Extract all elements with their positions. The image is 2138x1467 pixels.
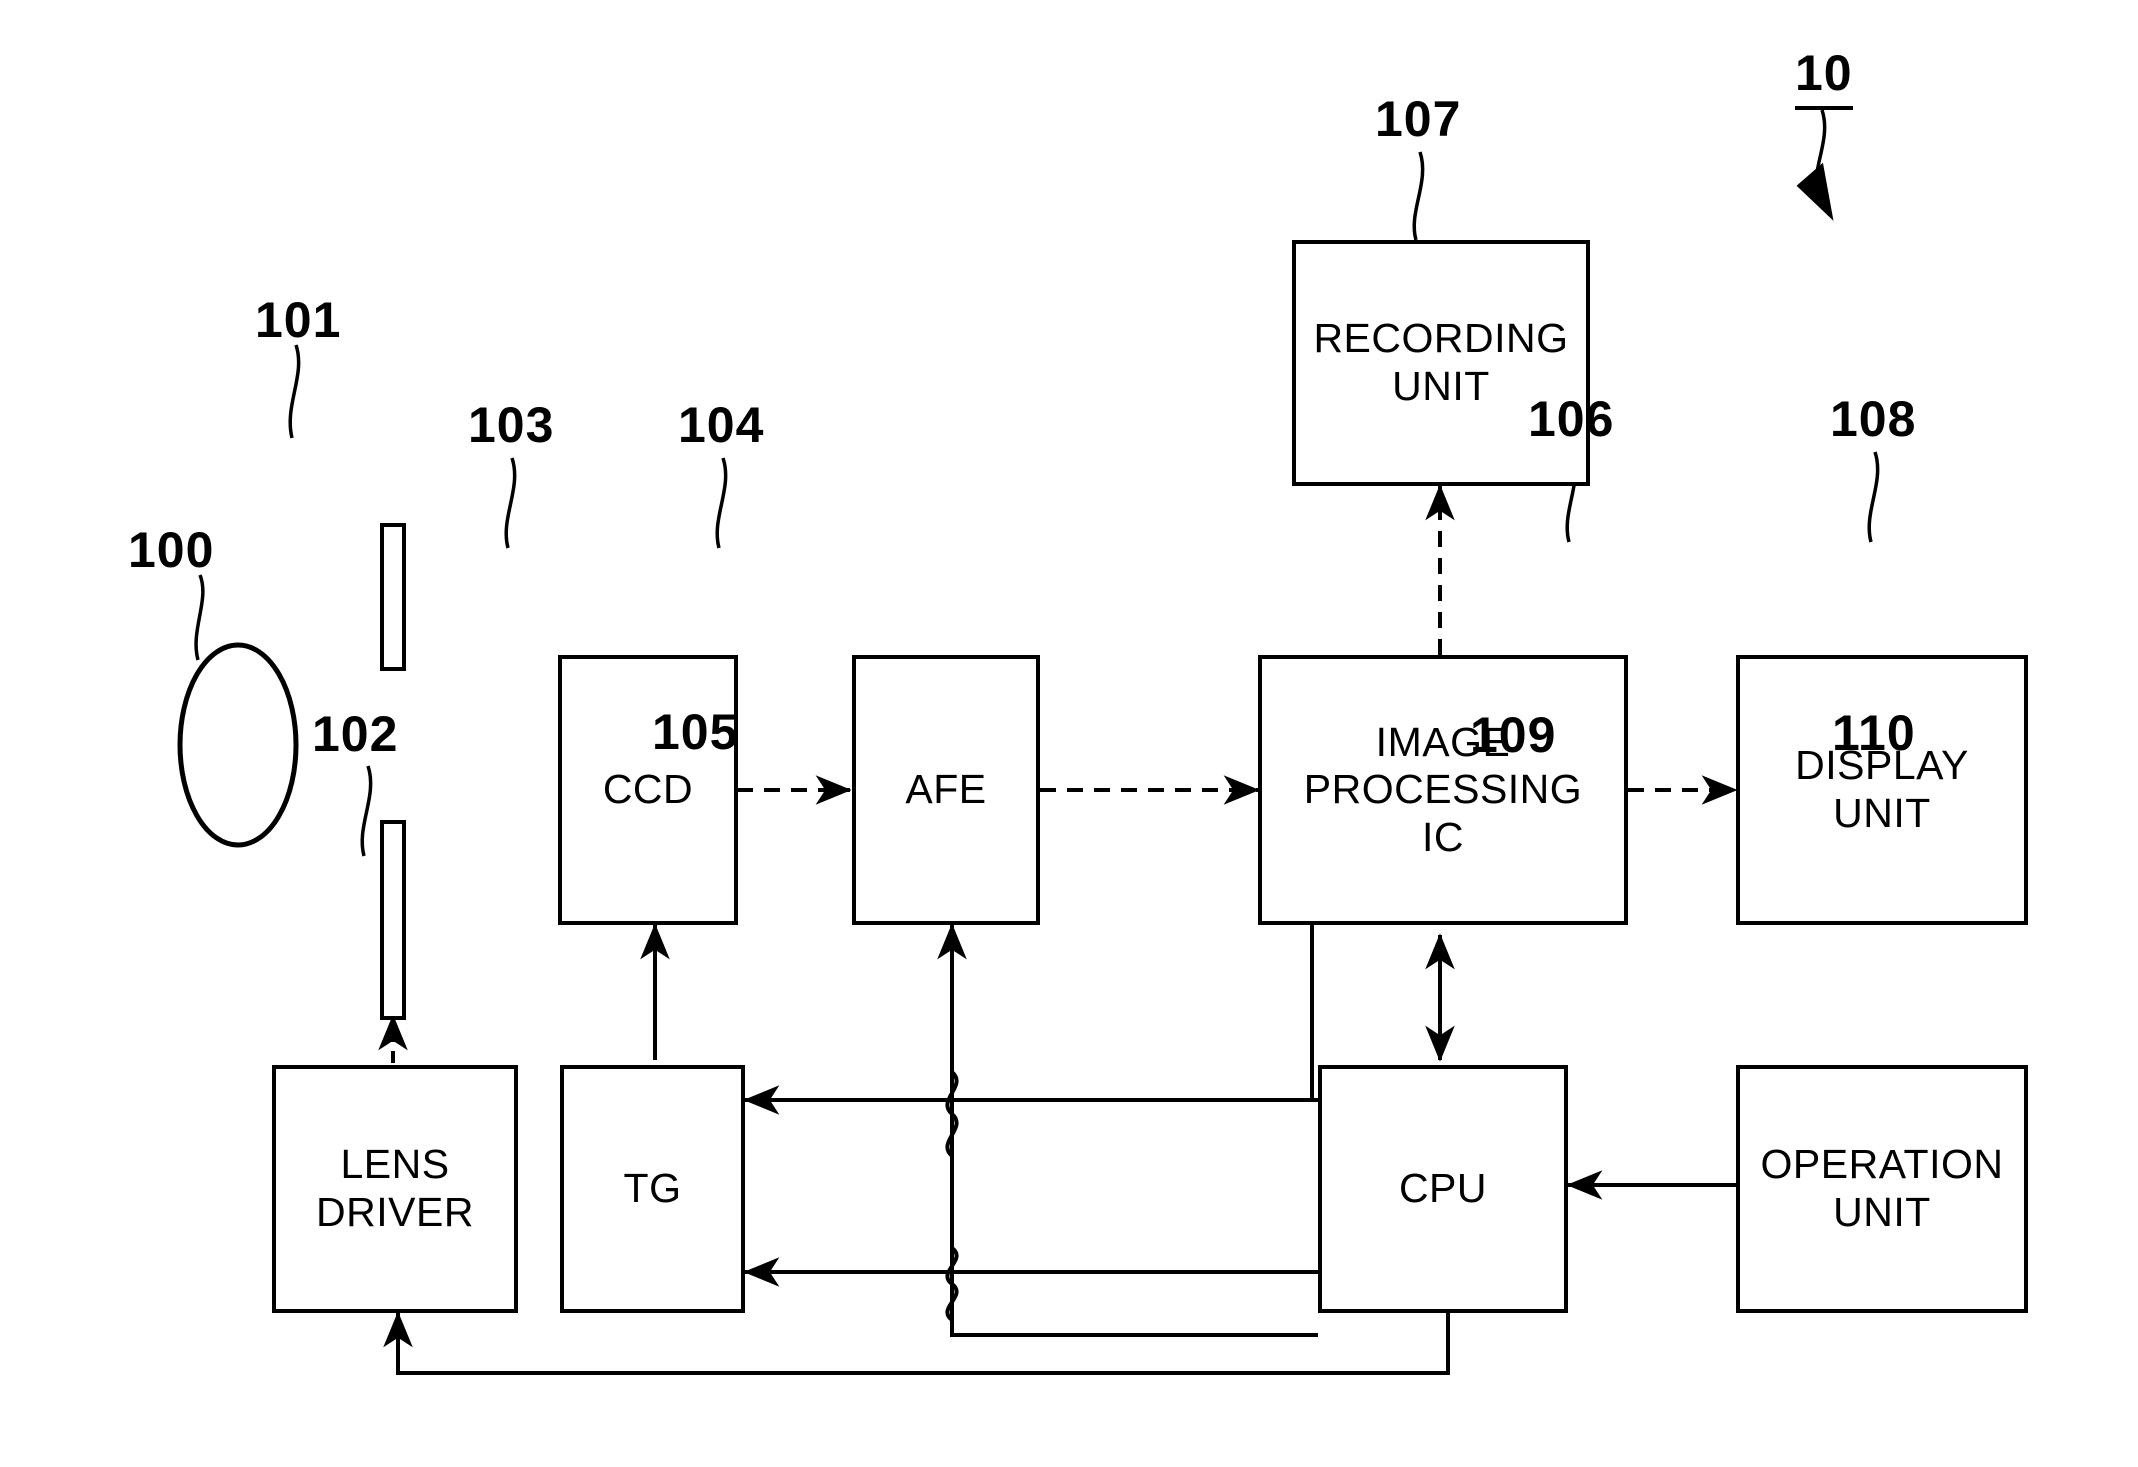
block-image-processing-ic[interactable]: IMAGE PROCESSING IC [1258, 655, 1628, 925]
leader-108 [1867, 451, 1880, 543]
block-recording-unit[interactable]: RECORDING UNIT [1292, 240, 1590, 486]
block-ccd-label: CCD [602, 766, 694, 813]
wire-cpu-to-lens-driver [383, 1311, 1450, 1375]
leader-102-x [352, 760, 359, 842]
leader-102-hidden2 [342, 762, 349, 848]
ref-number-110: 110 [1832, 705, 1916, 761]
block-cpu[interactable]: CPU [1318, 1065, 1568, 1313]
block-tg-label: TG [623, 1165, 682, 1212]
block-afe-label: AFE [905, 766, 987, 813]
block-display-unit[interactable]: DISPLAY UNIT [1736, 655, 2028, 925]
shutter-blade-lower [380, 820, 406, 1020]
ref-number-106: 106 [1528, 391, 1615, 447]
ref-number-overall-10: 10 [1795, 44, 1853, 110]
ref-number-103: 103 [468, 397, 555, 453]
block-operation-unit[interactable]: OPERATION UNIT [1736, 1065, 2028, 1313]
block-operation-unit-label: OPERATION UNIT [1760, 1141, 2004, 1235]
block-tg[interactable]: TG [560, 1065, 745, 1313]
block-cpu-label: CPU [1398, 1165, 1488, 1212]
leader-100 [194, 574, 205, 661]
ref-number-109: 109 [1470, 707, 1557, 763]
leader-102-hidden [354, 758, 360, 838]
leader-10-arrowhead [1796, 162, 1834, 221]
leader-102 [360, 765, 373, 857]
block-lens-driver[interactable]: LENS DRIVER [272, 1065, 518, 1313]
leader-103 [504, 457, 517, 549]
block-afe[interactable]: AFE [852, 655, 1040, 925]
ref-number-102: 102 [312, 706, 399, 762]
ref-number-107: 107 [1375, 91, 1462, 147]
ref-number-105: 105 [652, 704, 739, 760]
shutter-blade-upper [380, 523, 406, 671]
ref-number-104: 104 [678, 397, 765, 453]
ref-number-101: 101 [255, 292, 342, 348]
ref-number-108: 108 [1830, 391, 1917, 447]
lens-element [177, 642, 299, 848]
figure-canvas: LENS DRIVER CCD AFE TG IMAGE PROCESSING … [0, 0, 2138, 1467]
block-lens-driver-label: LENS DRIVER [316, 1141, 474, 1235]
block-ccd[interactable]: CCD [558, 655, 738, 925]
ref-number-100: 100 [128, 522, 215, 578]
leader-101 [288, 344, 301, 439]
leader-107 [1412, 151, 1425, 241]
leader-104 [715, 457, 728, 549]
